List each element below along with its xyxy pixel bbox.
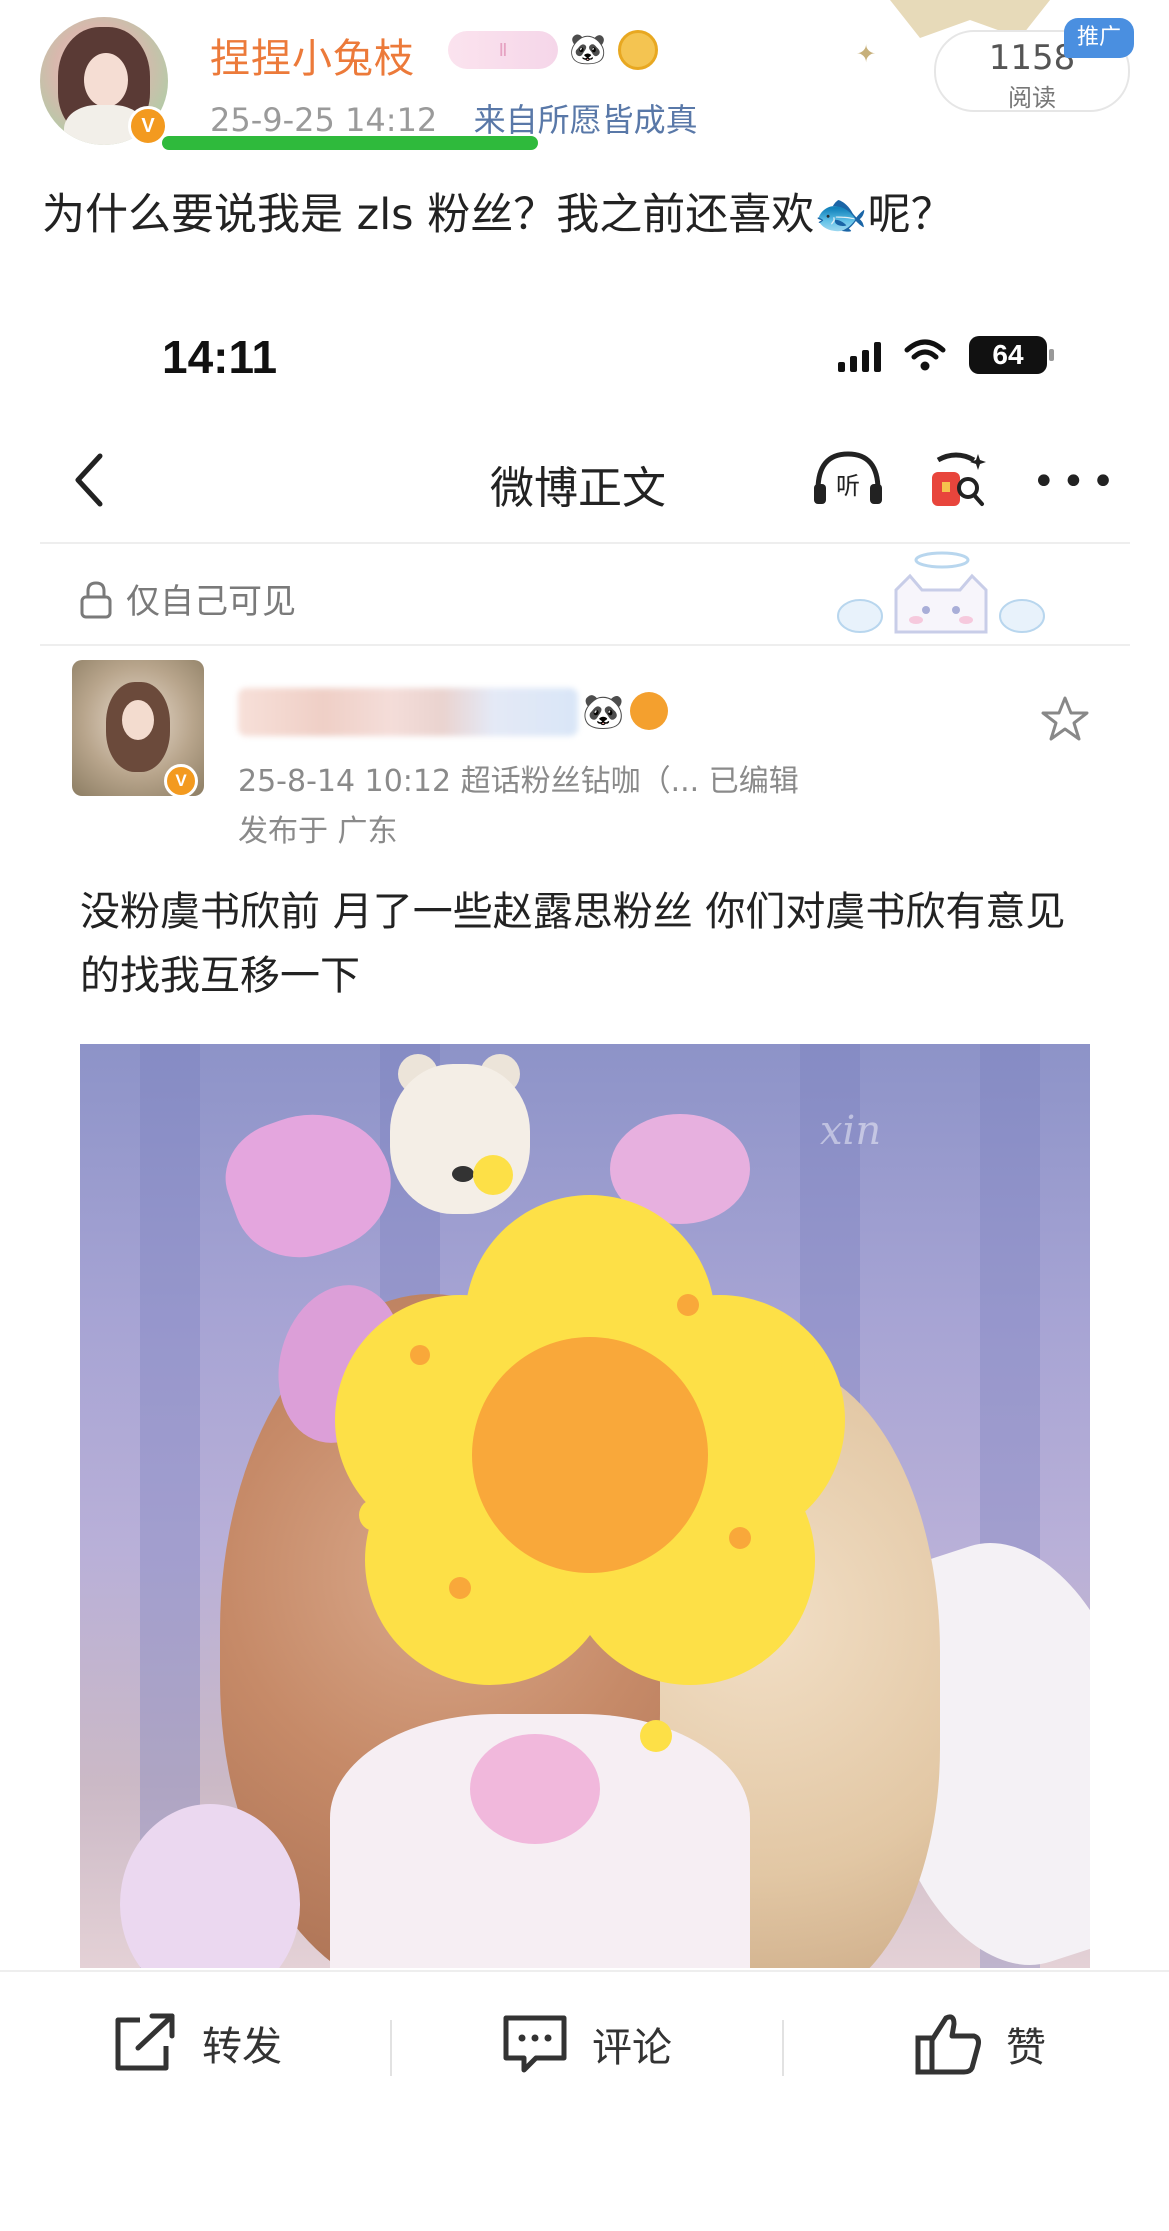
wifi-icon xyxy=(904,339,946,371)
inner-post-location: 发布于 广东 xyxy=(238,814,398,849)
inner-avatar-face xyxy=(122,700,154,740)
inner-verified-badge-icon: V xyxy=(164,764,198,798)
inner-username-blurred[interactable] xyxy=(238,688,578,736)
visibility-label: 仅自己可见 xyxy=(126,582,296,622)
angel-cat-sticker-icon xyxy=(837,551,1045,634)
battery-indicator: 64 xyxy=(969,336,1054,374)
post-text: 为什么要说我是 zls 粉丝？我之前还喜欢🐟呢？ xyxy=(42,190,954,240)
inner-panda-icon: 🐼 xyxy=(582,692,625,732)
action-separator xyxy=(782,2020,784,2076)
author-username[interactable]: 捏捏小兔枝 xyxy=(210,26,415,84)
sparkle-icon: ✦ xyxy=(856,40,877,68)
like-button[interactable]: 赞 xyxy=(914,2012,1046,2076)
action-separator xyxy=(390,2020,392,2076)
flower-sticker-icon xyxy=(335,1195,845,1685)
nav-title: 微博正文 xyxy=(490,463,666,514)
lock-icon xyxy=(80,580,112,618)
status-bar-icons: 64 xyxy=(838,336,1054,374)
listen-label: 听 xyxy=(836,472,860,500)
favorite-star-icon[interactable] xyxy=(1040,694,1090,744)
status-bar-time: 14:11 xyxy=(162,331,278,383)
like-label: 赞 xyxy=(1006,2025,1046,2071)
comment-label: 评论 xyxy=(592,2025,672,2071)
promo-tag[interactable]: 推广 xyxy=(1064,18,1134,58)
cellular-signal-icon xyxy=(838,338,881,372)
more-options-icon[interactable]: ••• xyxy=(1032,462,1121,502)
inner-post-meta: 25-8-14 10:12 超话粉丝钻咖（... 已编辑 xyxy=(238,764,799,799)
flower-dot-icon xyxy=(473,1155,513,1195)
post-source-link[interactable]: 来自所愿皆成真 xyxy=(474,101,698,139)
visibility-divider xyxy=(40,644,1130,646)
visibility-row: 仅自己可见 xyxy=(78,574,296,623)
share-icon xyxy=(115,2013,175,2071)
pufferfish-icon xyxy=(630,692,669,730)
mooncake-icon xyxy=(618,30,658,70)
repost-button[interactable]: 转发 xyxy=(110,2012,282,2074)
post-timestamp: 25-9-25 14:12 xyxy=(210,101,438,139)
photo-neck-bow xyxy=(470,1734,600,1844)
panda-icon: 🐼 xyxy=(569,32,607,67)
post-meta: 25-9-25 14:12 来自所愿皆成真 xyxy=(210,95,698,141)
flower-dot-icon xyxy=(640,1720,672,1752)
comment-icon xyxy=(503,2015,567,2073)
views-label: 阅读 xyxy=(1008,84,1056,112)
fan-level-badge[interactable]: Ⅱ xyxy=(448,31,558,69)
user-badges: Ⅱ 🐼 xyxy=(448,30,658,70)
headphones-listen-icon[interactable]: 听 xyxy=(810,448,886,508)
repost-label: 转发 xyxy=(202,2024,282,2070)
avatar-face xyxy=(84,53,128,107)
action-bar-divider xyxy=(0,1970,1169,1972)
back-arrow-icon[interactable] xyxy=(70,450,110,510)
comment-button[interactable]: 评论 xyxy=(500,2012,672,2076)
inner-user-badges: 🐼 xyxy=(582,692,669,732)
highlight-underline xyxy=(162,136,538,150)
photo-watermark: xin xyxy=(820,1108,882,1154)
inner-post-text: 没粉虞书欣前 月了一些赵露思粉丝 你们对虞书欣有意见的找我互移一下 xyxy=(80,889,1066,999)
nav-divider xyxy=(40,542,1130,544)
thumbs-up-icon xyxy=(915,2014,981,2075)
red-packet-search-icon[interactable] xyxy=(924,448,988,512)
